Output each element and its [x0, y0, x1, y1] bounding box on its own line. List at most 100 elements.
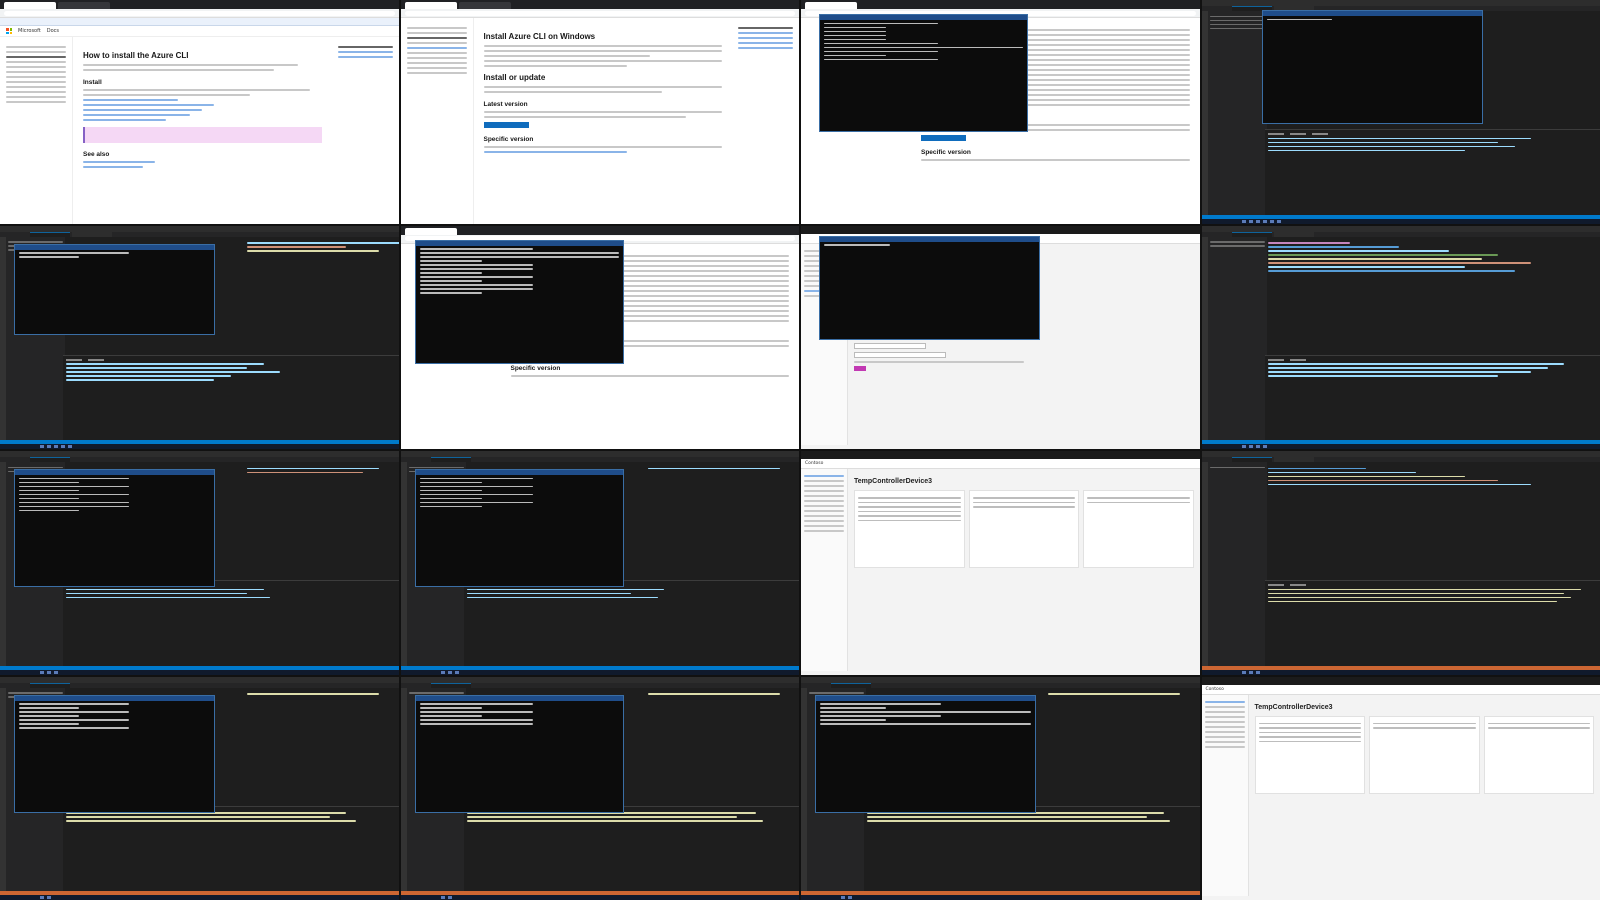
explorer-sidebar[interactable] [1207, 236, 1267, 440]
portal-app-name[interactable]: Contoso [805, 461, 823, 466]
portal-nav[interactable] [1201, 694, 1249, 896]
terminal-window[interactable] [14, 694, 216, 813]
output-panel[interactable] [864, 805, 1200, 891]
app-url-field[interactable] [854, 342, 926, 349]
install-windows-title: Install Azure CLI on Windows [483, 32, 596, 41]
output-panel[interactable] [63, 580, 399, 666]
browser-window: Microsoft Docs How to install the Azure … [0, 0, 399, 224]
device-title: TempControllerDevice3 [854, 478, 933, 485]
section-name[interactable]: Docs [47, 28, 59, 34]
max-temp-card [1483, 715, 1594, 794]
specific-version-heading: Specific version [921, 149, 971, 156]
copy-button[interactable] [854, 365, 866, 371]
portal-nav[interactable] [801, 469, 848, 671]
terminal-window[interactable] [414, 694, 624, 813]
browser-tab[interactable] [805, 2, 857, 9]
cookie-banner [0, 18, 399, 26]
tile-vscode-code [1201, 225, 1600, 449]
output-panel[interactable] [463, 580, 799, 666]
docs-toc [0, 37, 73, 224]
browser-tab[interactable] [58, 2, 110, 9]
taskbar [0, 669, 399, 675]
explorer-sidebar[interactable] [1207, 11, 1267, 215]
max-temp-card [1083, 490, 1194, 568]
device-info-card [1254, 715, 1365, 794]
terminal-window[interactable] [1261, 10, 1483, 124]
page-title: How to install the Azure CLI [83, 51, 189, 60]
taskbar [1201, 218, 1600, 224]
portal-header: Contoso [1201, 684, 1600, 695]
output-panel[interactable] [463, 805, 799, 891]
specific-version-heading: Specific version [483, 136, 534, 143]
output-panel[interactable] [1264, 354, 1600, 440]
taskbar [1201, 444, 1600, 449]
tile-vscode-terminal-6 [400, 676, 799, 900]
temperature-card [1369, 715, 1480, 794]
taskbar [400, 895, 799, 900]
code-editor[interactable] [1265, 237, 1600, 366]
tile-docs-install-windows: Install Azure CLI on Windows Install or … [400, 0, 799, 224]
in-this-article [332, 37, 399, 224]
tile-portal-device: Contoso TempControllerDevice3 [801, 451, 1200, 675]
latest-release-button[interactable] [483, 122, 529, 128]
tile-vscode-terminal-7 [801, 676, 1200, 900]
template-field[interactable] [854, 351, 946, 358]
install-update-heading: Install or update [483, 73, 546, 82]
tile-docs-install-cli: Microsoft Docs How to install the Azure … [0, 0, 399, 224]
terminal-window[interactable] [819, 14, 1029, 133]
code-editor[interactable] [1265, 462, 1600, 591]
tile-terminal-docs: Latest version Specific version [801, 0, 1200, 224]
browser-tab[interactable] [4, 2, 56, 9]
note-callout [83, 127, 322, 143]
microsoft-logo-icon [6, 28, 12, 34]
latest-version-heading: Latest version [483, 101, 528, 108]
install-heading: Install [83, 79, 102, 86]
terminal-window[interactable] [815, 694, 1037, 813]
tile-terminal-json-docs: Latest version Specific version [400, 225, 799, 449]
terminal-window[interactable] [819, 235, 1041, 341]
output-panel[interactable] [1264, 129, 1600, 215]
output-panel[interactable] [63, 354, 399, 440]
taskbar [0, 895, 399, 900]
address-bar[interactable] [0, 9, 399, 18]
see-also-heading: See also [83, 151, 110, 158]
browser-tab[interactable] [404, 227, 457, 235]
tile-portal-terminal [801, 225, 1200, 449]
video-thumbnail-grid: Microsoft Docs How to install the Azure … [0, 0, 1600, 900]
tile-vscode-terminal-4 [400, 451, 799, 675]
output-panel[interactable] [63, 805, 399, 891]
docs-content: How to install the Azure CLI Install See… [73, 37, 332, 224]
tile-vscode-terminal-3 [0, 451, 399, 675]
terminal-window[interactable] [414, 469, 624, 588]
tile-portal-device-2: Contoso TempControllerDevice3 [1201, 676, 1600, 900]
portal-header: Contoso [801, 459, 1200, 469]
device-info-card [854, 490, 965, 568]
explorer-sidebar[interactable] [1207, 462, 1267, 666]
terminal-window[interactable] [414, 239, 624, 365]
specific-version-heading: Specific version [510, 364, 561, 372]
taskbar [0, 444, 399, 449]
latest-release-button[interactable] [921, 135, 966, 141]
portal-topbar [801, 451, 1200, 459]
device-title: TempControllerDevice3 [1254, 703, 1333, 711]
portal-topbar [801, 225, 1200, 234]
portal-app-name[interactable]: Contoso [1206, 687, 1224, 692]
terminal-window[interactable] [14, 243, 216, 335]
taskbar [1201, 669, 1600, 675]
temperature-card [968, 490, 1079, 568]
tile-vscode-terminal-5 [0, 676, 399, 900]
browser-tabs [0, 0, 399, 9]
docs-header: Microsoft Docs [0, 26, 399, 37]
portal-topbar [1201, 676, 1600, 685]
browser-tab[interactable] [458, 2, 511, 9]
taskbar [400, 669, 799, 675]
browser-tab[interactable] [404, 2, 457, 9]
tile-vscode-terminal [1201, 0, 1600, 224]
brand-name: Microsoft [18, 28, 41, 34]
address-bar[interactable] [400, 9, 799, 18]
tile-vscode-terminal-2 [0, 225, 399, 449]
terminal-window[interactable] [14, 469, 216, 588]
tile-vscode-debug [1201, 451, 1600, 675]
terminal-titlebar [820, 15, 1028, 20]
output-panel[interactable] [1264, 580, 1600, 666]
